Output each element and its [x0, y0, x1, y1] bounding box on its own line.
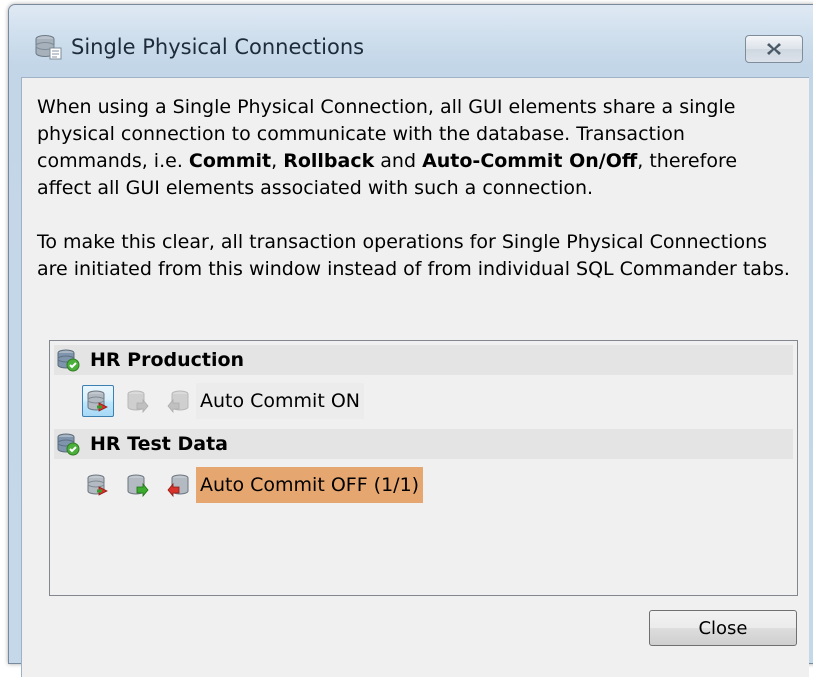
autocommit-status: Auto Commit OFF (1/1): [196, 467, 424, 503]
autocommit-status: Auto Commit ON: [196, 383, 364, 419]
transaction-row-hr-test-data: Auto Commit OFF (1/1): [82, 467, 424, 503]
commit-term: Commit: [188, 150, 272, 172]
rollback-term: Rollback: [283, 150, 375, 172]
transaction-row-hr-production: Auto Commit ON: [82, 383, 364, 419]
dialog-window: Single Physical Connections When using a…: [8, 4, 813, 677]
commit-icon: [127, 474, 149, 497]
toggle-autocommit-button[interactable]: [82, 385, 114, 417]
toggle-autocommit-button[interactable]: [82, 469, 114, 501]
database-app-icon: [33, 33, 63, 61]
commit-button[interactable]: [122, 385, 154, 417]
connection-header-hr-production[interactable]: HR Production: [54, 345, 793, 375]
description-text: When using a Single Physical Connection,…: [37, 94, 797, 283]
commit-button[interactable]: [122, 469, 154, 501]
database-connected-icon: [57, 349, 80, 372]
desc-text-part: and: [374, 150, 423, 172]
desc-text-part: ,: [271, 150, 284, 172]
description-paragraph-2: To make this clear, all transaction oper…: [37, 231, 790, 280]
title-bar[interactable]: Single Physical Connections: [9, 5, 813, 85]
close-button[interactable]: Close: [649, 610, 797, 646]
connection-name: HR Test Data: [90, 433, 228, 455]
connections-panel: HR Production Auto Commit ON HR Test Dat…: [49, 340, 798, 596]
rollback-icon: [167, 390, 189, 413]
connection-header-hr-test-data[interactable]: HR Test Data: [54, 429, 793, 459]
rollback-button[interactable]: [162, 385, 194, 417]
connection-name: HR Production: [90, 349, 245, 371]
rollback-button[interactable]: [162, 469, 194, 501]
window-title: Single Physical Connections: [71, 35, 365, 59]
rollback-icon: [167, 474, 189, 497]
x-icon: [767, 43, 781, 55]
window-close-button[interactable]: [745, 35, 803, 63]
description-paragraph-1: When using a Single Physical Connection,…: [37, 94, 797, 202]
database-connected-icon: [57, 433, 80, 456]
commit-icon: [127, 390, 149, 413]
toggle-autocommit-icon: [87, 474, 108, 496]
dialog-client-area: When using a Single Physical Connection,…: [21, 77, 809, 677]
toggle-autocommit-icon: [87, 390, 108, 412]
autocommit-term: Auto-Commit On/Off: [422, 150, 638, 172]
